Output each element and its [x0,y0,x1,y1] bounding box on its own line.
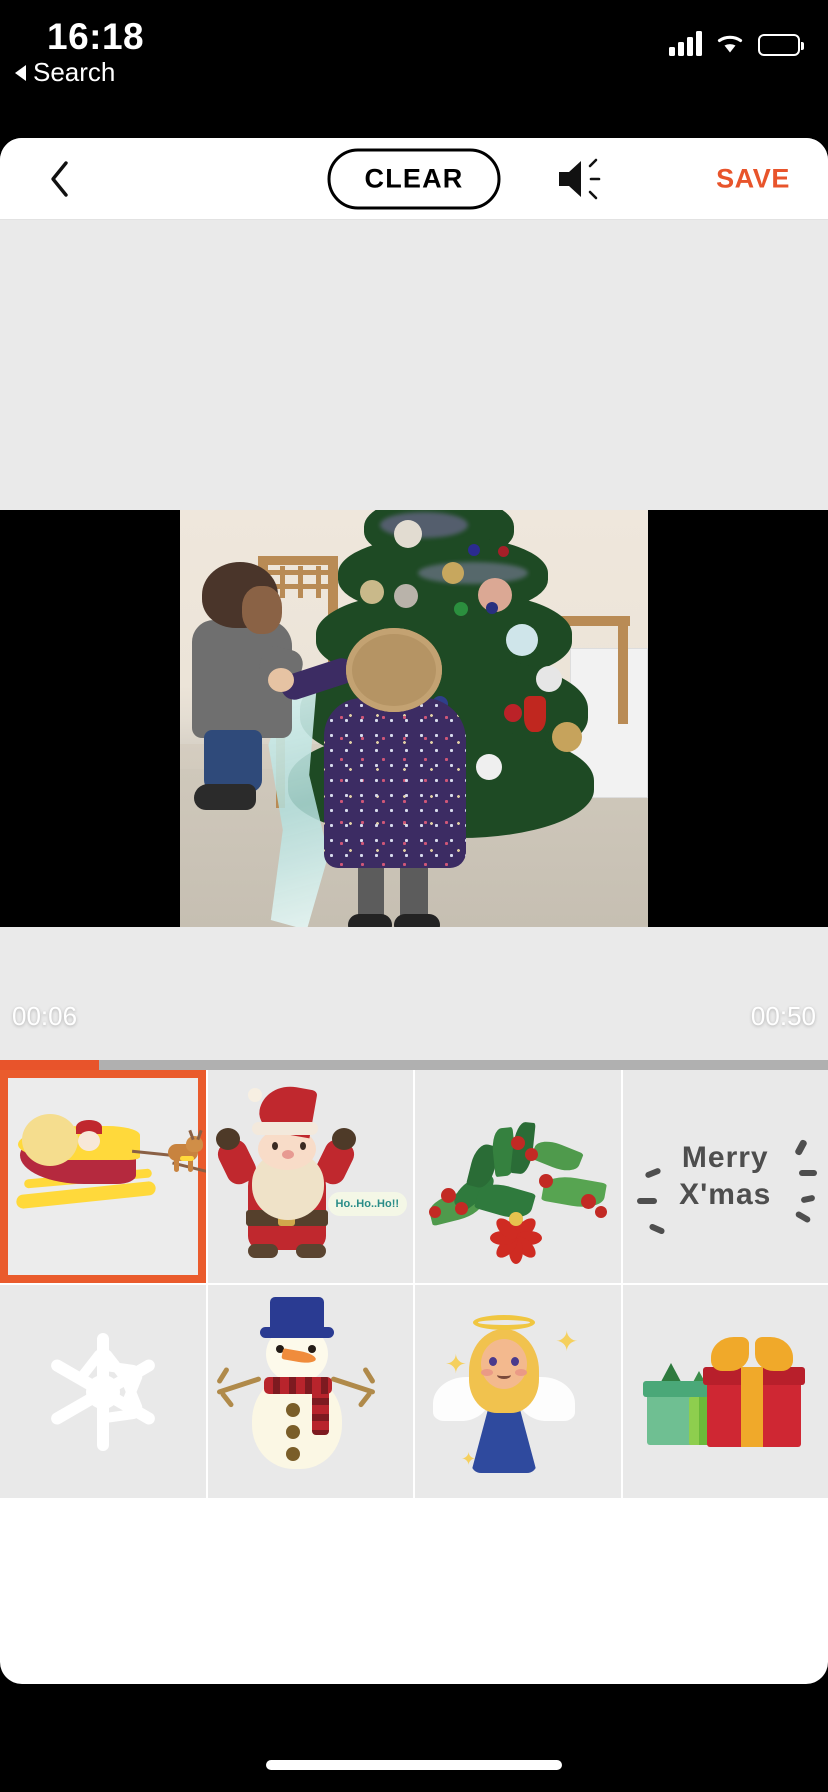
timeline-current-time: 00:06 [12,1001,78,1031]
santa-sleigh-reindeer-icon [0,1070,206,1283]
back-to-search-breadcrumb[interactable]: Search [15,57,115,88]
video-frame[interactable] [180,510,648,927]
speaker-wave-icon [559,158,601,199]
santa-speech-bubble: Ho..Ho..Ho!! [327,1192,408,1216]
volume-button[interactable] [555,154,611,204]
status-bar-clock: 16:18 [47,16,145,57]
home-indicator [266,1760,562,1770]
timeline-total-time: 00:50 [750,1001,816,1031]
editor-toolbar: CLEAR SAVE [0,138,828,220]
editor-card: CLEAR SAVE 00:06 00:50 Ho..Ho..Ho!! Merr… [0,138,828,1684]
holly-poinsettia-icon [415,1070,621,1283]
snowflake-icon [0,1285,206,1498]
cellular-signal-icon [669,30,702,56]
status-bar: 16:18 Search [0,0,828,138]
sticker-grid: Ho..Ho..Ho!! Merry X'mas ✦ ✦ ✦ [0,1070,828,1498]
status-bar-indicators [669,30,804,56]
back-to-search-label: Search [33,57,116,87]
battery-icon [758,34,804,56]
timeline-scrubber[interactable] [0,1060,828,1070]
chevron-left-icon [51,160,68,197]
angel-icon: ✦ ✦ ✦ [415,1285,621,1498]
back-button[interactable] [38,157,82,201]
sticker-tile-angel[interactable]: ✦ ✦ ✦ [415,1285,621,1498]
gift-boxes-icon [623,1285,828,1498]
santa-hohoho-icon: Ho..Ho..Ho!! [208,1070,414,1283]
back-triangle-icon [15,64,26,81]
sticker-tile-holly-poinsettia[interactable] [415,1070,621,1283]
sticker-tile-santa-sleigh-reindeer[interactable] [0,1070,206,1283]
save-button[interactable]: SAVE [716,163,790,194]
merry-xmas-text-icon: Merry X'mas [623,1070,828,1283]
wifi-icon [715,30,745,56]
sticker-tile-snowflake[interactable] [0,1285,206,1498]
merry-xmas-line-2: X'mas [679,1177,772,1211]
merry-xmas-line-1: Merry [681,1140,769,1174]
child-center [268,628,478,927]
clear-button[interactable]: CLEAR [327,148,501,209]
snowman-icon [208,1285,414,1498]
sticker-tile-snowman[interactable] [207,1285,414,1498]
timeline-progress-fill [0,1060,100,1070]
sticker-tile-santa-hohoho[interactable]: Ho..Ho..Ho!! [207,1070,414,1283]
sticker-tile-gift-boxes[interactable] [622,1285,828,1498]
video-preview-area[interactable]: 00:06 00:50 [0,220,828,1070]
sticker-tile-merry-xmas[interactable]: Merry X'mas [622,1070,828,1283]
